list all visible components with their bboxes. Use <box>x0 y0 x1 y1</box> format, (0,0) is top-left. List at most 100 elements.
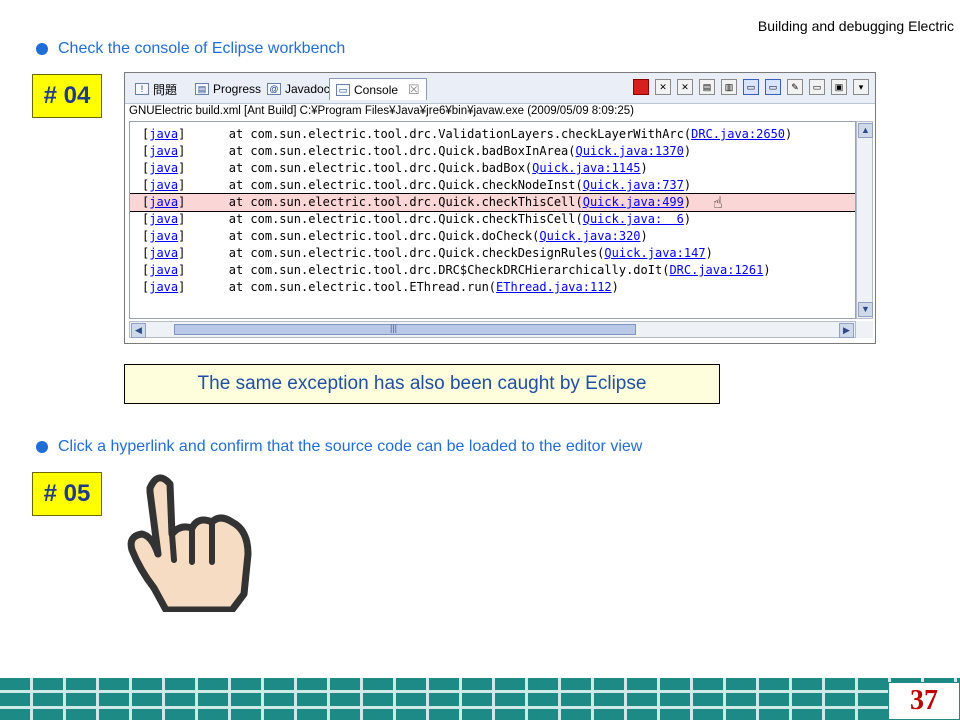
tab-progress[interactable]: ▤ Progress <box>189 78 267 100</box>
source-hyperlink[interactable]: Quick.java:320 <box>539 229 640 243</box>
bullet-check-console: Check the console of Eclipse workbench <box>36 40 345 58</box>
scroll-down-icon[interactable]: ▼ <box>858 302 873 317</box>
console-line-end: ) <box>705 246 713 260</box>
show-on-error-icon[interactable]: ▭ <box>765 79 781 95</box>
console-line: [java] at com.sun.electric.tool.drc.Quic… <box>142 211 691 228</box>
callout-note: The same exception has also been caught … <box>124 364 720 404</box>
console-line: [java] at com.sun.electric.tool.drc.Quic… <box>142 245 713 262</box>
hand-cursor-icon: ☝ <box>713 193 723 212</box>
show-on-output-icon[interactable]: ▭ <box>743 79 759 95</box>
console-line-end: ) <box>785 127 793 141</box>
problems-icon: ! <box>135 83 149 95</box>
console-task-tag: java <box>149 161 179 175</box>
bullet-dot-icon <box>36 441 48 453</box>
console-line: [java] at com.sun.electric.tool.EThread.… <box>142 279 619 296</box>
console-task-tag: java <box>149 195 179 209</box>
console-toolbar: ✕ ✕ ▤ ▥ ▭ ▭ ✎ ▭ ▣ ▾ <box>633 79 869 95</box>
pointing-hand-icon <box>127 474 252 612</box>
source-hyperlink[interactable]: Quick.java:147 <box>604 246 705 260</box>
console-line-end: ) <box>683 212 692 226</box>
console-line: [java] at com.sun.electric.tool.drc.Quic… <box>142 228 648 245</box>
console-stack-frame: at com.sun.electric.tool.drc.Quick.doChe… <box>185 229 540 243</box>
console-stack-frame: at com.sun.electric.tool.drc.Quick.check… <box>185 195 583 209</box>
source-hyperlink[interactable]: Quick.java:1145 <box>532 161 640 175</box>
console-stack-frame: at com.sun.electric.tool.drc.Quick.check… <box>185 178 583 192</box>
console-line-end: ) <box>683 195 692 209</box>
console-icon: ▭ <box>336 83 350 96</box>
tab-label: Console <box>354 82 399 97</box>
source-hyperlink[interactable]: Quick.java:499 <box>583 195 684 209</box>
console-line-end: ) <box>640 161 648 175</box>
bullet-dot-icon <box>36 43 48 55</box>
display-console-icon[interactable]: ▭ <box>809 79 825 95</box>
source-hyperlink[interactable]: DRC.java:2650 <box>691 127 785 141</box>
scroll-right-icon[interactable]: ▶ <box>839 323 854 338</box>
step-badge-04: # 04 <box>32 74 102 118</box>
console-task-tag: java <box>149 127 179 141</box>
pin-console-icon[interactable]: ✎ <box>787 79 803 95</box>
console-task-tag: java <box>149 212 179 226</box>
tab-label: 問題 <box>153 82 178 97</box>
bullet-text: Check the console of Eclipse workbench <box>58 40 346 57</box>
scroll-lock-icon[interactable]: ▥ <box>721 79 737 95</box>
bullet-click-hyperlink: Click a hyperlink and confirm that the s… <box>36 438 642 456</box>
horizontal-scrollbar[interactable]: ◀ ||| ▶ <box>129 321 856 338</box>
console-line: [java] at com.sun.electric.tool.drc.DRC$… <box>142 262 771 279</box>
console-task-tag: java <box>149 178 179 192</box>
source-hyperlink[interactable]: Quick.java:1370 <box>576 144 684 158</box>
console-line: [java] at com.sun.electric.tool.drc.Quic… <box>142 177 691 194</box>
tab-label: Progress <box>213 82 262 96</box>
progress-icon: ▤ <box>195 83 209 95</box>
footer-band <box>0 678 960 720</box>
vertical-scrollbar[interactable]: ▲ ▼ <box>856 121 873 319</box>
console-task-tag: java <box>149 229 179 243</box>
terminate-icon[interactable] <box>633 79 649 95</box>
source-hyperlink[interactable]: EThread.java:112 <box>496 280 612 294</box>
console-stack-frame: at com.sun.electric.tool.drc.Quick.check… <box>185 212 583 226</box>
view-tab-bar: ! 問題 ▤ Progress @ Javadoc ▭ Console ☒ ✕ … <box>125 73 875 104</box>
step-badge-05: # 05 <box>32 472 102 516</box>
open-console-icon[interactable]: ▣ <box>831 79 847 95</box>
tab-javadoc[interactable]: @ Javadoc <box>261 78 336 100</box>
clear-console-icon[interactable]: ▤ <box>699 79 715 95</box>
console-stack-frame: at com.sun.electric.tool.drc.Quick.badBo… <box>185 161 533 175</box>
tab-problems[interactable]: ! 問題 <box>129 78 183 100</box>
scroll-grip: ||| <box>390 323 398 333</box>
source-hyperlink[interactable]: Quick.java:737 <box>583 178 684 192</box>
scroll-left-icon[interactable]: ◀ <box>131 323 146 338</box>
scroll-up-icon[interactable]: ▲ <box>858 123 873 138</box>
remove-launch-icon[interactable]: ✕ <box>655 79 671 95</box>
view-menu-icon[interactable]: ▾ <box>853 79 869 95</box>
eclipse-console-window: ! 問題 ▤ Progress @ Javadoc ▭ Console ☒ ✕ … <box>124 72 876 344</box>
console-line-end: ) <box>640 229 648 243</box>
tab-label: Javadoc <box>285 82 330 96</box>
scroll-corner <box>856 321 873 338</box>
console-stack-frame: at com.sun.electric.tool.drc.Quick.check… <box>185 246 605 260</box>
scroll-thumb[interactable]: ||| <box>174 323 636 335</box>
console-stack-frame: at com.sun.electric.tool.drc.Quick.badBo… <box>185 144 576 158</box>
console-line-end: ) <box>611 280 619 294</box>
console-stack-frame: at com.sun.electric.tool.drc.DRC$CheckDR… <box>185 263 670 277</box>
page-number: 37 <box>888 682 960 720</box>
source-hyperlink[interactable]: DRC.java:1261 <box>669 263 763 277</box>
console-task-tag: java <box>149 280 179 294</box>
console-task-tag: java <box>149 144 179 158</box>
tab-console[interactable]: ▭ Console ☒ <box>329 78 427 100</box>
console-line-end: ) <box>683 178 692 192</box>
close-icon[interactable]: ☒ <box>408 82 420 98</box>
console-output[interactable]: [java] at com.sun.electric.tool.drc.Vali… <box>129 121 856 319</box>
console-task-tag: java <box>149 263 179 277</box>
console-stack-frame: at com.sun.electric.tool.drc.ValidationL… <box>185 127 692 141</box>
bullet-text: Click a hyperlink and confirm that the s… <box>58 438 643 455</box>
launch-description: GNUElectric build.xml [Ant Build] C:¥Pro… <box>129 105 634 117</box>
source-hyperlink[interactable]: Quick.java: 6 <box>583 212 684 226</box>
header-title: Building and debugging Electric <box>757 18 954 34</box>
console-line: [java] at com.sun.electric.tool.drc.Quic… <box>142 160 648 177</box>
console-task-tag: java <box>149 246 179 260</box>
remove-all-icon[interactable]: ✕ <box>677 79 693 95</box>
console-line-end: ) <box>683 144 692 158</box>
console-line: [java] at com.sun.electric.tool.drc.Quic… <box>130 193 855 212</box>
console-line: [java] at com.sun.electric.tool.drc.Quic… <box>142 143 691 160</box>
console-stack-frame: at com.sun.electric.tool.EThread.run( <box>185 280 497 294</box>
at-icon: @ <box>267 83 281 95</box>
